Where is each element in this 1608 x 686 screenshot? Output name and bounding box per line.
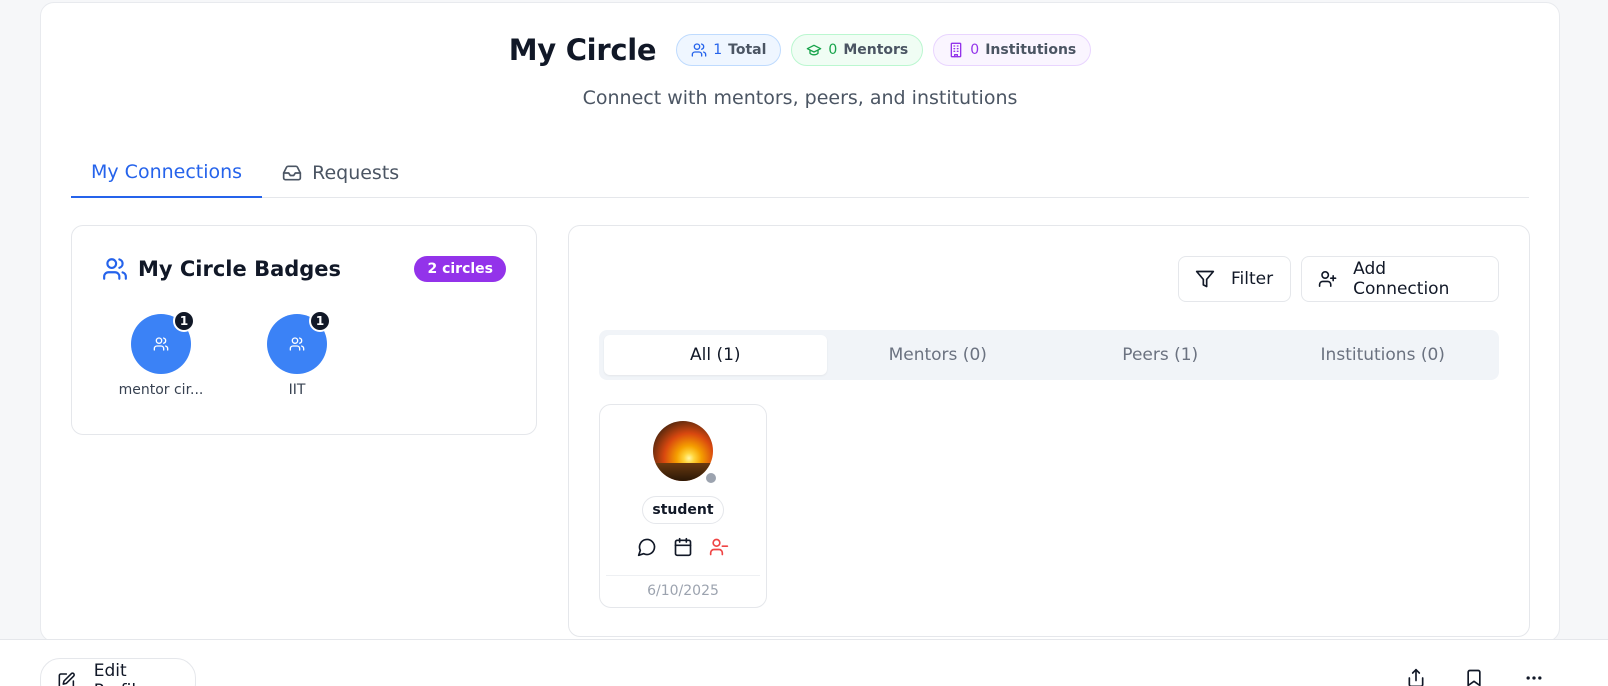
circle-badges-card: My Circle Badges 2 circles 1 mentor cir.… [71,225,537,435]
share-icon[interactable] [1406,668,1428,686]
edit-icon [58,672,75,686]
user-plus-icon [1318,271,1337,287]
circle-avatar: 1 [267,310,331,374]
graduation-cap-icon [807,44,822,56]
institutions-stat-badge: 0 Institutions [933,34,1092,66]
tab-bar: My Connections Requests [71,147,1529,198]
inbox-icon [282,165,302,180]
tab-requests-label: Requests [312,161,400,184]
circle-name: IIT [288,382,306,398]
filter-button[interactable]: Filter [1178,256,1291,302]
add-connection-button[interactable]: Add Connection [1301,256,1499,302]
institutions-count: 0 [970,42,980,58]
bottom-bar: Edit Profile [0,639,1608,686]
circle-member-count: 1 [173,310,195,332]
mentors-label: Mentors [843,42,909,58]
add-connection-label: Add Connection [1353,259,1450,299]
connection-date: 6/10/2025 [606,575,760,599]
connection-card[interactable]: student 6/10/2025 [599,404,767,608]
page-title: My Circle [508,33,657,67]
filter-icon [1195,270,1215,288]
mentors-count: 0 [828,42,838,58]
circle-badge[interactable]: 1 mentor cir... [111,310,211,398]
users-icon [103,258,127,280]
segment-institutions[interactable]: Institutions (0) [1272,335,1495,375]
more-options-icon[interactable] [1524,668,1546,686]
circle-name: mentor cir... [118,382,204,398]
users-icon [289,337,305,351]
building-icon [950,42,962,58]
total-label: Total [728,42,767,58]
segment-mentors[interactable]: Mentors (0) [827,335,1050,375]
segment-peers[interactable]: Peers (1) [1049,335,1272,375]
circles-count-badge: 2 circles [414,256,506,282]
role-badge: student [642,496,724,524]
circle-badges-title: My Circle Badges [102,256,341,282]
mentors-stat-badge: 0 Mentors [791,34,924,66]
circle-badges-header: My Circle Badges 2 circles [102,256,506,282]
edit-profile-label: Edit Profile [93,661,147,686]
total-stat-badge: 1 Total [676,34,782,66]
connection-type-segments: All (1) Mentors (0) Peers (1) Institutio… [599,330,1499,380]
segment-all[interactable]: All (1) [604,335,827,375]
filter-button-label: Filter [1231,269,1274,289]
message-icon[interactable] [636,536,658,558]
tab-my-connections-label: My Connections [91,160,243,183]
users-icon [691,43,707,57]
connections-panel: Filter Add Connection All (1) Mentors (0… [568,225,1530,637]
circle-member-count: 1 [309,310,331,332]
page-subtitle: Connect with mentors, peers, and institu… [582,87,1018,109]
avatar [653,421,713,481]
circle-avatar: 1 [131,310,195,374]
status-dot [704,471,718,485]
institutions-label: Institutions [985,42,1077,58]
circle-badge[interactable]: 1 IIT [247,310,347,398]
tab-requests[interactable]: Requests [262,147,419,198]
main-card: My Circle 1 Total 0 Mentors 0 Institutio… [40,2,1560,642]
edit-profile-button[interactable]: Edit Profile [40,658,196,686]
users-icon [153,337,169,351]
bookmark-icon[interactable] [1464,668,1486,686]
total-count: 1 [713,42,723,58]
connection-actions [600,536,766,558]
tab-my-connections[interactable]: My Connections [71,147,263,198]
calendar-icon[interactable] [672,536,694,558]
page-header: My Circle 1 Total 0 Mentors 0 Institutio… [41,33,1559,67]
remove-user-icon[interactable] [708,536,730,558]
circle-badges-title-text: My Circle Badges [138,257,342,281]
